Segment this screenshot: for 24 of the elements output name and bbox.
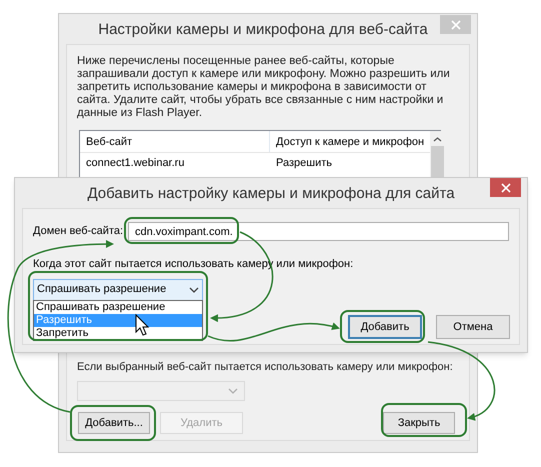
dialog-button[interactable]: Добавить...	[78, 412, 150, 434]
mouse-cursor-icon	[136, 314, 150, 336]
close-icon	[500, 182, 510, 192]
window-title: Настройки камеры и микрофона для веб-сайта	[98, 20, 429, 40]
close-button[interactable]	[490, 178, 521, 197]
table-cell-text: Разрешить	[275, 156, 333, 171]
domain-label: Домен веб-сайта:	[33, 224, 124, 240]
dropdown-option[interactable]: Спрашивать разрешение	[34, 300, 202, 314]
description-text: Ниже перечислены посещенные ранее веб-сайты, которые запрашивали доступ к камере или микрофону. Можно разрешить или запретить использование камеры и микрофона в зависимости от сайта. Удалите сайт, чтобы убрать все связанные с ним настройки и данные из Flash Player.	[77, 55, 451, 120]
column-header[interactable]: Веб-сайт	[80, 131, 270, 152]
chevron-down-icon	[189, 286, 199, 292]
dialog-button[interactable]: Добавить	[348, 315, 422, 339]
domain-field[interactable]: cdn.voximpant.com.	[128, 222, 509, 241]
column-header[interactable]: Доступ к камере и микрофон	[270, 131, 430, 152]
chevron-down-icon	[228, 388, 238, 394]
policy-select[interactable]: Спрашивать разрешение	[33, 278, 203, 300]
close-icon	[450, 20, 460, 30]
chevron-up-icon	[433, 137, 442, 142]
policy-label: Если выбранный веб-сайт пытается использовать камеру или микрофон:	[77, 360, 454, 374]
table-cell-text: connect1.webinar.ru	[85, 156, 186, 171]
dialog-button[interactable]: Закрыть	[383, 412, 455, 434]
dialog-button[interactable]: Отмена	[436, 315, 510, 339]
dropdown-option[interactable]: Запретить	[34, 326, 202, 340]
dialog-title: Добавить настройку камеры и микрофона для сайта	[87, 184, 455, 204]
